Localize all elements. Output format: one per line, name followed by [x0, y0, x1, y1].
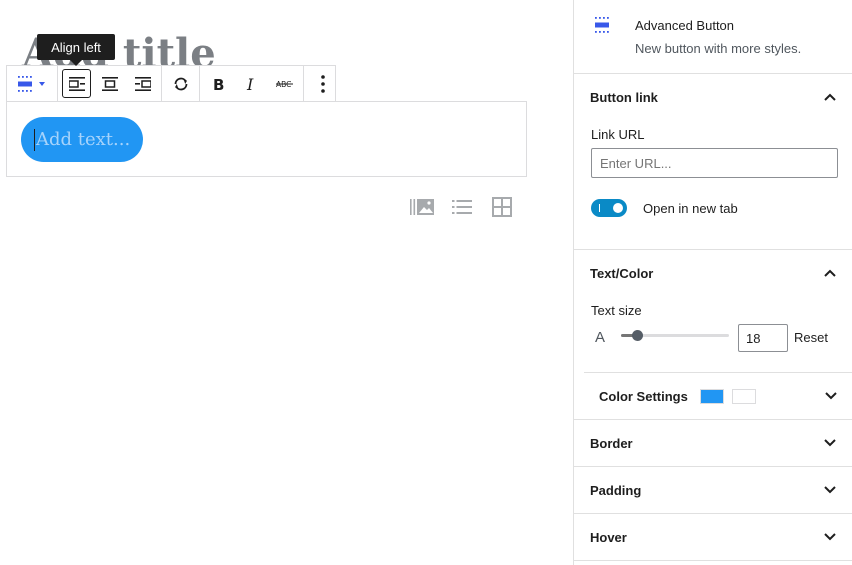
link-url-input[interactable]	[591, 148, 838, 178]
italic-icon: I	[246, 76, 254, 92]
more-options-button[interactable]	[306, 66, 339, 101]
align-left-icon	[68, 76, 85, 91]
insert-list-button[interactable]	[448, 196, 476, 218]
refresh-icon	[174, 77, 187, 90]
advanced-button-icon	[18, 75, 45, 92]
toolbar-group-style	[162, 66, 200, 101]
open-new-tab-label: Open in new tab	[643, 201, 738, 216]
panel-hover-toggle[interactable]: Hover	[574, 514, 852, 560]
text-size-input[interactable]	[738, 324, 788, 352]
insert-grid-button[interactable]	[488, 196, 516, 218]
color-settings-toggle[interactable]: Color Settings	[584, 372, 852, 419]
reset-button[interactable]: Reset	[794, 330, 828, 345]
toggle-knob	[613, 203, 623, 213]
editor-canvas: Add title Align left B I ABC Add text...	[0, 0, 573, 565]
chevron-up-icon	[824, 93, 836, 101]
bold-icon: B	[213, 76, 224, 92]
italic-button[interactable]: I	[235, 66, 268, 101]
panel-padding-toggle[interactable]: Padding	[574, 467, 852, 513]
text-size-label: Text size	[591, 303, 642, 318]
svg-text:I: I	[246, 76, 254, 92]
panel-title: Padding	[590, 482, 642, 498]
link-url-label: Link URL	[591, 127, 645, 142]
toolbar-group-format: B I ABC	[200, 66, 304, 101]
text-caret	[34, 128, 35, 151]
panel-title: Hover	[590, 529, 627, 545]
grid-icon	[492, 197, 512, 217]
open-new-tab-toggle[interactable]	[591, 199, 627, 217]
strikethrough-button[interactable]: ABC	[268, 66, 301, 101]
panel-text-color-toggle[interactable]: Text/Color	[574, 250, 852, 296]
panel-hover: Hover	[574, 514, 852, 561]
align-center-button[interactable]	[93, 66, 126, 101]
block-settings-sidebar: Advanced Button New button with more sty…	[573, 0, 852, 565]
button-placeholder: Add text...	[36, 129, 131, 150]
active-indicator	[62, 69, 91, 98]
strikethrough-icon: ABC	[275, 80, 293, 89]
panel-title: Button link	[590, 89, 658, 105]
panel-title: Border	[590, 435, 633, 451]
panel-border-toggle[interactable]: Border	[574, 420, 852, 466]
button-text-field[interactable]: Add text...	[21, 117, 144, 162]
chevron-up-icon	[824, 269, 836, 277]
svg-text:B: B	[213, 76, 224, 92]
align-left-button[interactable]	[60, 66, 93, 101]
block-inserter-icons	[408, 196, 516, 218]
more-vertical-icon	[320, 74, 325, 93]
text-size-prefix: A	[595, 329, 606, 346]
block-card: Advanced Button New button with more sty…	[574, 0, 852, 74]
toolbar-group-more	[304, 66, 341, 101]
chevron-down-icon	[825, 392, 837, 400]
advanced-button-block[interactable]: Add text...	[6, 101, 527, 177]
align-left-tooltip: Align left	[37, 34, 115, 66]
block-card-description: New button with more styles.	[635, 41, 802, 56]
text-size-slider[interactable]	[621, 330, 729, 341]
color-swatch-text	[731, 388, 756, 404]
color-settings-label: Color Settings	[599, 388, 688, 404]
toggle-on-mark	[599, 204, 600, 212]
panel-border: Border	[574, 420, 852, 467]
panel-title: Text/Color	[590, 265, 654, 281]
align-right-button[interactable]	[126, 66, 159, 101]
block-toolbar: B I ABC	[6, 65, 336, 102]
bold-button[interactable]: B	[202, 66, 235, 101]
align-right-icon	[134, 76, 151, 91]
toolbar-group-block	[7, 66, 58, 101]
chevron-down-icon	[824, 439, 836, 447]
align-center-icon	[101, 76, 118, 91]
change-style-button[interactable]	[164, 66, 197, 101]
chevron-down-icon	[824, 486, 836, 494]
toolbar-group-align	[58, 66, 162, 101]
advanced-button-icon	[595, 17, 609, 33]
chevron-down-icon	[824, 533, 836, 541]
color-swatch-background	[699, 388, 724, 404]
block-type-button[interactable]	[9, 66, 55, 101]
gallery-icon	[410, 199, 434, 215]
list-icon	[452, 200, 472, 214]
insert-gallery-button[interactable]	[408, 196, 436, 218]
panel-padding: Padding	[574, 467, 852, 514]
block-card-title: Advanced Button	[635, 18, 735, 33]
panel-button-link-toggle[interactable]: Button link	[574, 74, 852, 120]
